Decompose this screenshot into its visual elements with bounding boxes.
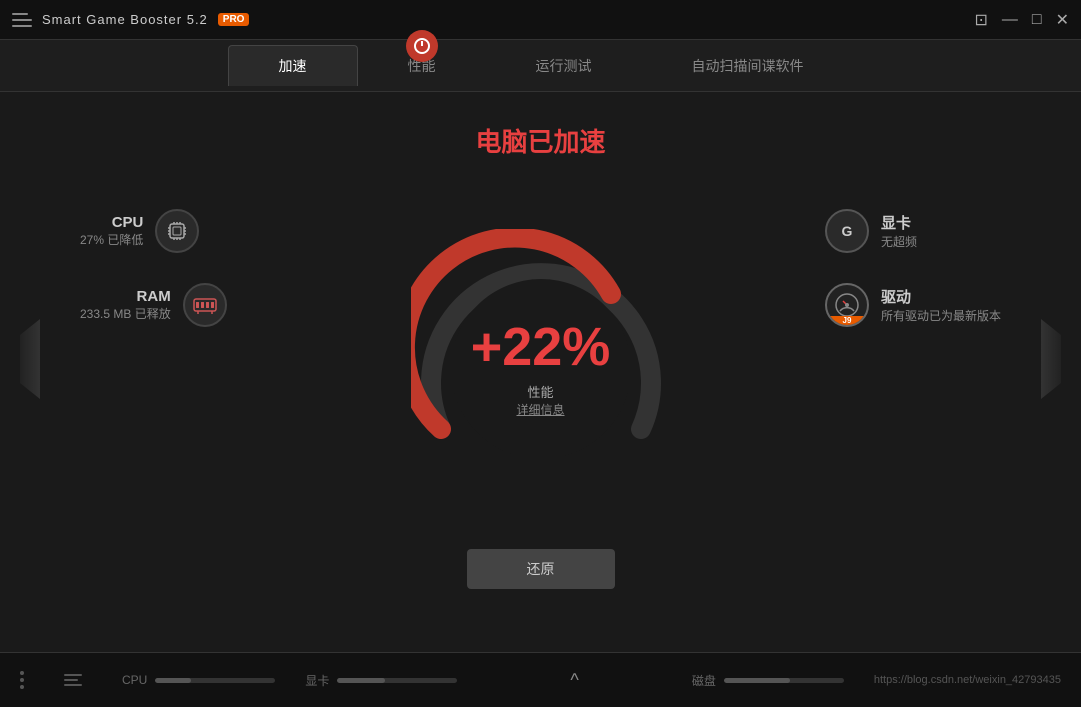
- bottom-menu-icon[interactable]: [20, 671, 24, 689]
- tab-scan-spyware[interactable]: 自动扫描间谍软件: [642, 46, 854, 86]
- driver-value: 所有驱动已为最新版本: [881, 307, 1001, 324]
- driver-stat-text: 驱动 所有驱动已为最新版本: [881, 286, 1001, 324]
- bottom-cpu-bar: [155, 678, 275, 683]
- gpu-label: 显卡: [881, 212, 917, 233]
- gauge-detail-link[interactable]: 详细信息: [471, 401, 611, 418]
- bottom-disk-stat: 磁盘: [692, 672, 844, 689]
- bottom-chevron-area: ^: [487, 670, 661, 691]
- right-panel: G 显卡 无超频 J9: [825, 209, 1001, 327]
- cpu-stat-item: CPU 27% 已降低: [80, 209, 227, 253]
- maximize-button[interactable]: □: [1032, 11, 1042, 29]
- right-deco: [1041, 319, 1061, 399]
- driver-stat-item: J9 驱动 所有驱动已为最新版本: [825, 283, 1001, 327]
- left-deco: [20, 319, 40, 399]
- gpu-stat-item: G 显卡 无超频: [825, 209, 1001, 253]
- bottom-disk-fill: [724, 678, 790, 683]
- driver-label: 驱动: [881, 286, 1001, 307]
- left-panel: CPU 27% 已降低: [80, 209, 227, 327]
- bottom-gpu-stat: 显卡: [305, 672, 457, 689]
- cpu-value: 27% 已降低: [80, 231, 143, 248]
- ram-value: 233.5 MB 已释放: [80, 305, 171, 322]
- driver-icon: J9: [825, 283, 869, 327]
- cpu-label: CPU: [80, 214, 143, 231]
- restore-button[interactable]: 还原: [467, 549, 615, 589]
- nav-tabs: 加速 性能 运行测试 自动扫描间谍软件: [0, 40, 1081, 92]
- bottom-url: https://blog.csdn.net/weixin_42793435: [874, 674, 1061, 686]
- center-area: CPU 27% 已降低: [20, 179, 1061, 539]
- ram-icon: [183, 283, 227, 327]
- app-title: Smart Game Booster 5.2: [42, 12, 208, 27]
- pro-badge: PRO: [218, 13, 250, 26]
- gpu-stat-text: 显卡 无超频: [881, 212, 917, 250]
- chevron-up-icon[interactable]: ^: [570, 670, 578, 691]
- bottom-lines-icon: [64, 674, 82, 686]
- gpu-value: 无超频: [881, 233, 917, 250]
- bottom-gpu-fill: [337, 678, 385, 683]
- tab-performance[interactable]: 性能: [358, 46, 486, 86]
- cpu-icon: [155, 209, 199, 253]
- ram-label: RAM: [80, 288, 171, 305]
- bottom-cpu-label: CPU: [122, 673, 147, 687]
- menu-icon[interactable]: [12, 13, 32, 27]
- tab-center-icon: [406, 30, 438, 62]
- gauge-sub-label: 性能: [471, 382, 611, 401]
- gauge-container: +22% 性能 详细信息: [411, 229, 671, 489]
- restore-btn-area: 还原: [20, 549, 1061, 589]
- title-bar: Smart Game Booster 5.2 PRO ⊡ — □ ✕: [0, 0, 1081, 40]
- bottom-disk-bar: [724, 678, 844, 683]
- gauge-value: +22%: [471, 320, 611, 374]
- tab-run-test[interactable]: 运行测试: [486, 46, 642, 86]
- bottom-cpu-stat: CPU: [122, 673, 275, 687]
- bottom-bar: CPU 显卡 ^ 磁盘 https://blog.csdn.net/weixin…: [0, 652, 1081, 707]
- cpu-stat-text: CPU 27% 已降低: [80, 214, 143, 248]
- ram-stat-item: RAM 233.5 MB 已释放: [80, 283, 227, 327]
- minimize-button[interactable]: —: [1002, 11, 1018, 29]
- gpu-icon: G: [825, 209, 869, 253]
- window-controls: ⊡ — □ ✕: [975, 10, 1069, 30]
- bottom-cpu-fill: [155, 678, 191, 683]
- close-button[interactable]: ✕: [1056, 10, 1069, 30]
- status-title: 电脑已加速: [20, 122, 1061, 159]
- ram-stat-text: RAM 233.5 MB 已释放: [80, 288, 171, 322]
- bottom-disk-label: 磁盘: [692, 672, 716, 689]
- gauge-content: +22% 性能 详细信息: [471, 320, 611, 418]
- tab-accelerate[interactable]: 加速: [228, 45, 358, 86]
- title-bar-left: Smart Game Booster 5.2 PRO: [12, 12, 249, 27]
- main-content: 电脑已加速 CPU 27% 已降低: [0, 92, 1081, 652]
- bottom-gpu-label: 显卡: [305, 672, 329, 689]
- screenshot-button[interactable]: ⊡: [975, 10, 988, 30]
- bottom-gpu-bar: [337, 678, 457, 683]
